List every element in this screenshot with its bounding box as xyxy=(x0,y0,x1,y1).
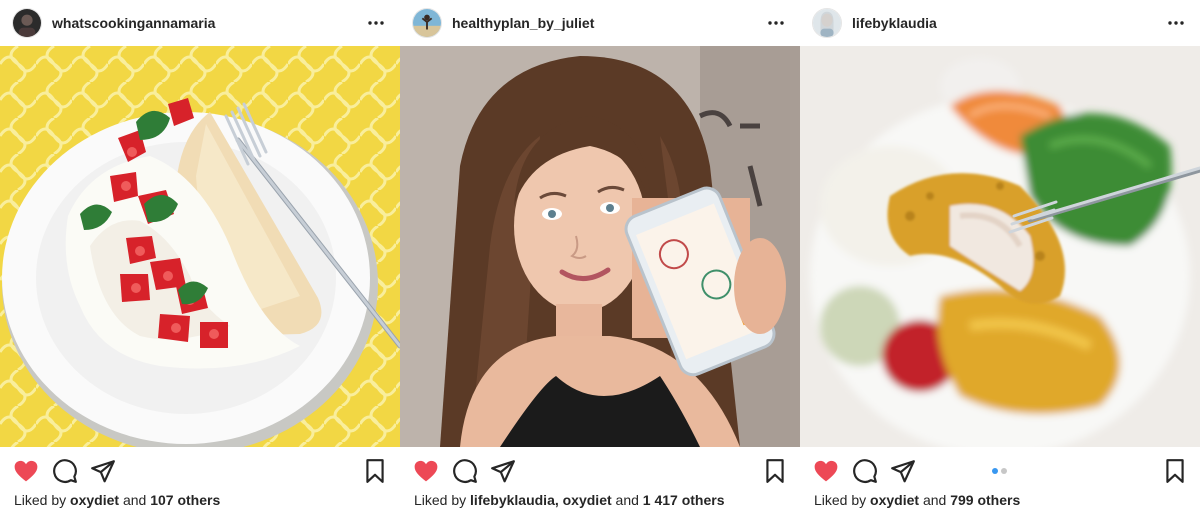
action-bar xyxy=(0,447,400,493)
likes-and: and xyxy=(615,492,639,508)
paper-plane-icon[interactable] xyxy=(90,458,116,484)
likes-text: Liked by oxydiet and 107 others xyxy=(14,492,220,508)
likes-count[interactable]: 1 417 others xyxy=(643,492,725,508)
likes-and: and xyxy=(122,492,147,508)
username[interactable]: healthyplan_by_juliet xyxy=(452,15,764,31)
more-options-icon[interactable] xyxy=(364,11,388,35)
comment-bubble-icon[interactable] xyxy=(852,458,878,484)
avatar[interactable] xyxy=(12,8,42,38)
liked-by-user[interactable]: oxydiet xyxy=(70,492,119,508)
more-options-icon[interactable] xyxy=(764,11,788,35)
likes-count[interactable]: 107 others xyxy=(150,492,220,508)
likes-prefix: Liked by xyxy=(814,492,867,508)
bookmark-icon[interactable] xyxy=(762,458,788,484)
comment-bubble-icon[interactable] xyxy=(452,458,478,484)
likes-text: Liked by lifebyklaudia, oxydiet and 1 41… xyxy=(414,492,725,508)
liked-by-user[interactable]: oxydiet xyxy=(870,492,919,508)
carousel-dot-active[interactable] xyxy=(992,468,998,474)
post-header: whatscookingannamaria xyxy=(0,0,400,46)
username[interactable]: whatscookingannamaria xyxy=(52,15,364,31)
post-header: healthyplan_by_juliet xyxy=(400,0,800,46)
avatar[interactable] xyxy=(412,8,442,38)
avatar[interactable] xyxy=(812,8,842,38)
post-header: lifebyklaudia xyxy=(800,0,1200,46)
likes-text: Liked by oxydiet and 799 others xyxy=(814,492,1020,508)
post-card: healthyplan_by_juliet Liked by lifebykla… xyxy=(400,0,800,516)
heart-filled-icon[interactable] xyxy=(13,458,39,484)
action-bar xyxy=(400,447,800,493)
username[interactable]: lifebyklaudia xyxy=(852,15,1164,31)
post-photo[interactable] xyxy=(400,46,800,447)
paper-plane-icon[interactable] xyxy=(490,458,516,484)
post-card: whatscookingannamaria Liked by oxydiet a… xyxy=(0,0,400,516)
post-card: lifebyklaudia Liked by oxydiet and 799 o… xyxy=(800,0,1200,516)
heart-filled-icon[interactable] xyxy=(813,458,839,484)
paper-plane-icon[interactable] xyxy=(890,458,916,484)
liked-by-user[interactable]: lifebyklaudia, oxydiet xyxy=(470,492,612,508)
post-photo[interactable] xyxy=(0,46,400,447)
comment-bubble-icon[interactable] xyxy=(52,458,78,484)
more-options-icon[interactable] xyxy=(1164,11,1188,35)
likes-prefix: Liked by xyxy=(14,492,67,508)
likes-count[interactable]: 799 others xyxy=(950,492,1020,508)
likes-prefix: Liked by xyxy=(414,492,467,508)
carousel-indicator xyxy=(992,468,1007,474)
carousel-dot[interactable] xyxy=(1001,468,1007,474)
post-photo[interactable] xyxy=(800,46,1200,447)
heart-filled-icon[interactable] xyxy=(413,458,439,484)
bookmark-icon[interactable] xyxy=(362,458,388,484)
likes-and: and xyxy=(922,492,947,508)
bookmark-icon[interactable] xyxy=(1162,458,1188,484)
action-bar xyxy=(800,447,1200,493)
